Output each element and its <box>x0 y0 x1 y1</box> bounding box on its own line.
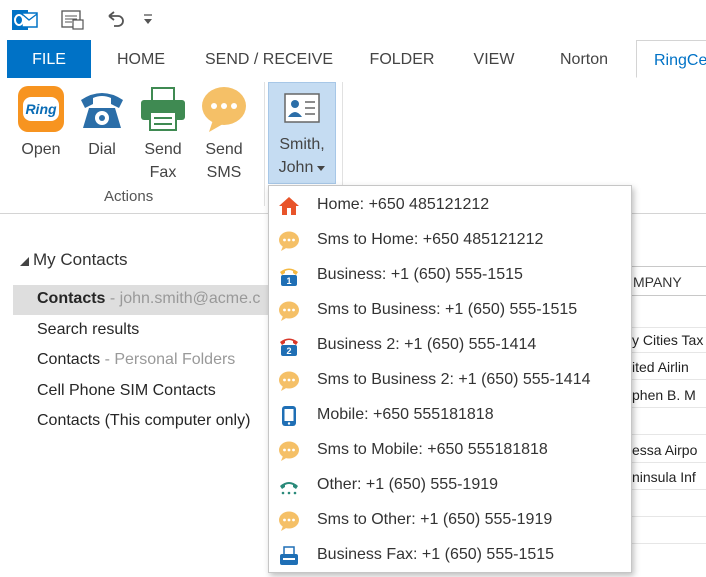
contact-button-line1: Smith, <box>279 136 325 153</box>
business-phone-icon: 1 <box>278 265 300 287</box>
tab-home[interactable]: HOME <box>104 40 178 78</box>
my-contacts-label: My Contacts <box>33 250 128 269</box>
nav-item-contacts-personal[interactable]: Contacts - Personal Folders <box>37 351 235 369</box>
nav-item-sub: - john.smith@acme.c <box>105 290 261 307</box>
table-cell-company[interactable]: ited Airlin <box>632 359 689 375</box>
menu-item-label: Home: +650 485121212 <box>317 196 490 213</box>
nav-item-label: Contacts <box>37 351 101 368</box>
table-cell-company[interactable]: y Cities Tax <box>632 332 703 348</box>
collapse-triangle-icon <box>20 251 29 271</box>
actions-group-label: Actions <box>104 188 154 205</box>
send-fax-label-line2: Fax <box>149 164 177 181</box>
contact-smith-john-button[interactable]: Smith, John <box>268 82 336 184</box>
table-cell-company[interactable]: essa Airpo <box>632 442 697 458</box>
nav-item-sub: - Personal Folders <box>100 351 236 368</box>
nav-item-contacts-this-computer[interactable]: Contacts (This computer only) <box>37 412 250 430</box>
other-phone-icon <box>278 475 300 497</box>
sms-bubble-icon <box>199 84 249 134</box>
nav-item-label: Contacts (This computer only) <box>37 412 251 429</box>
menu-item-business-fax[interactable]: Business Fax: +1 (650) 555-1515 <box>269 538 631 573</box>
home-icon <box>278 195 300 217</box>
menu-item-sms-other[interactable]: Sms to Other: +1 (650) 555-1919 <box>269 503 631 538</box>
printer-fax-icon <box>138 84 188 134</box>
ribbon-group-separator <box>264 82 265 206</box>
menu-item-call-mobile[interactable]: Mobile: +650 555181818 <box>269 398 631 433</box>
tab-folder[interactable]: FOLDER <box>360 40 444 78</box>
menu-item-label: Sms to Business: +1 (650) 555-1515 <box>317 301 578 318</box>
menu-item-call-business-2[interactable]: 2 Business 2: +1 (650) 555-1414 <box>269 328 631 363</box>
menu-item-label: Business Fax: +1 (650) 555-1515 <box>317 546 555 563</box>
fax-icon <box>278 545 300 567</box>
sms-bubble-icon <box>278 510 300 532</box>
svg-text:2: 2 <box>286 346 291 356</box>
dial-label: Dial <box>88 141 116 158</box>
send-sms-button[interactable]: Send SMS <box>197 84 251 184</box>
tab-ringcentral[interactable]: RingCe <box>636 40 706 78</box>
menu-item-call-other[interactable]: Other: +1 (650) 555-1919 <box>269 468 631 503</box>
svg-text:Ring: Ring <box>25 101 57 117</box>
menu-item-sms-home[interactable]: Sms to Home: +650 485121212 <box>269 223 631 258</box>
business-phone-2-icon: 2 <box>278 335 300 357</box>
tab-send-receive[interactable]: SEND / RECEIVE <box>198 40 340 78</box>
tab-file[interactable]: FILE <box>7 40 91 78</box>
nav-item-search-results[interactable]: Search results <box>37 321 139 339</box>
nav-item-label: Search results <box>37 321 140 338</box>
contact-card-icon <box>282 89 322 129</box>
sms-bubble-icon <box>278 370 300 392</box>
nav-item-cell-phone-sim[interactable]: Cell Phone SIM Contacts <box>37 382 216 400</box>
tab-view[interactable]: VIEW <box>462 40 526 78</box>
nav-item-contacts-exchange[interactable]: Contacts - john.smith@acme.c <box>37 290 260 308</box>
customize-toolbar-icon[interactable] <box>143 12 153 31</box>
menu-item-label: Business: +1 (650) 555-1515 <box>317 266 523 283</box>
contact-numbers-menu: Home: +650 485121212 Sms to Home: +650 4… <box>268 185 632 573</box>
folder-pane: My Contacts Contacts - john.smith@acme.c… <box>0 214 268 577</box>
tab-norton[interactable]: Norton <box>546 40 622 78</box>
send-sms-label-line1: Send <box>205 141 243 158</box>
mobile-phone-icon <box>278 405 300 427</box>
dial-button[interactable]: Dial <box>76 84 128 161</box>
send-fax-button[interactable]: Send Fax <box>136 84 190 184</box>
menu-item-label: Sms to Home: +650 485121212 <box>317 231 544 248</box>
outlook-app-icon[interactable] <box>12 8 38 37</box>
nav-item-label: Contacts <box>37 290 106 307</box>
quick-access-toolbar <box>0 0 706 40</box>
contact-button-line2: John <box>278 159 314 176</box>
chevron-down-icon <box>317 156 326 179</box>
menu-item-label: Sms to Business 2: +1 (650) 555-1414 <box>317 371 591 388</box>
menu-item-label: Mobile: +650 555181818 <box>317 406 494 423</box>
table-cell-company[interactable]: phen B. M <box>632 387 696 403</box>
send-receive-all-icon[interactable] <box>60 8 86 37</box>
sms-bubble-icon <box>278 300 300 322</box>
menu-item-sms-business-2[interactable]: Sms to Business 2: +1 (650) 555-1414 <box>269 363 631 398</box>
svg-text:1: 1 <box>286 276 291 286</box>
sms-bubble-icon <box>278 230 300 252</box>
my-contacts-header[interactable]: My Contacts <box>20 250 127 271</box>
sms-bubble-icon <box>278 440 300 462</box>
menu-item-call-home[interactable]: Home: +650 485121212 <box>269 188 631 223</box>
menu-item-label: Other: +1 (650) 555-1919 <box>317 476 499 493</box>
menu-item-sms-mobile[interactable]: Sms to Mobile: +650 555181818 <box>269 433 631 468</box>
menu-item-sms-business[interactable]: Sms to Business: +1 (650) 555-1515 <box>269 293 631 328</box>
send-sms-label-line2: SMS <box>206 164 242 181</box>
ribbon-tab-bar: FILE HOME SEND / RECEIVE FOLDER VIEW Nor… <box>0 40 706 79</box>
menu-item-label: Business 2: +1 (650) 555-1414 <box>317 336 537 353</box>
open-label: Open <box>21 141 61 158</box>
menu-item-label: Sms to Mobile: +650 555181818 <box>317 441 548 458</box>
send-fax-label-line1: Send <box>144 141 182 158</box>
open-button[interactable]: Ring Open <box>14 84 68 161</box>
menu-item-label: Sms to Other: +1 (650) 555-1919 <box>317 511 553 528</box>
nav-item-label: Cell Phone SIM Contacts <box>37 382 216 399</box>
table-cell-company[interactable]: ninsula Inf <box>632 469 696 485</box>
menu-item-call-business[interactable]: 1 Business: +1 (650) 555-1515 <box>269 258 631 293</box>
ringcentral-logo-icon: Ring <box>16 84 66 134</box>
telephone-icon <box>77 84 127 134</box>
undo-icon[interactable] <box>104 8 126 37</box>
